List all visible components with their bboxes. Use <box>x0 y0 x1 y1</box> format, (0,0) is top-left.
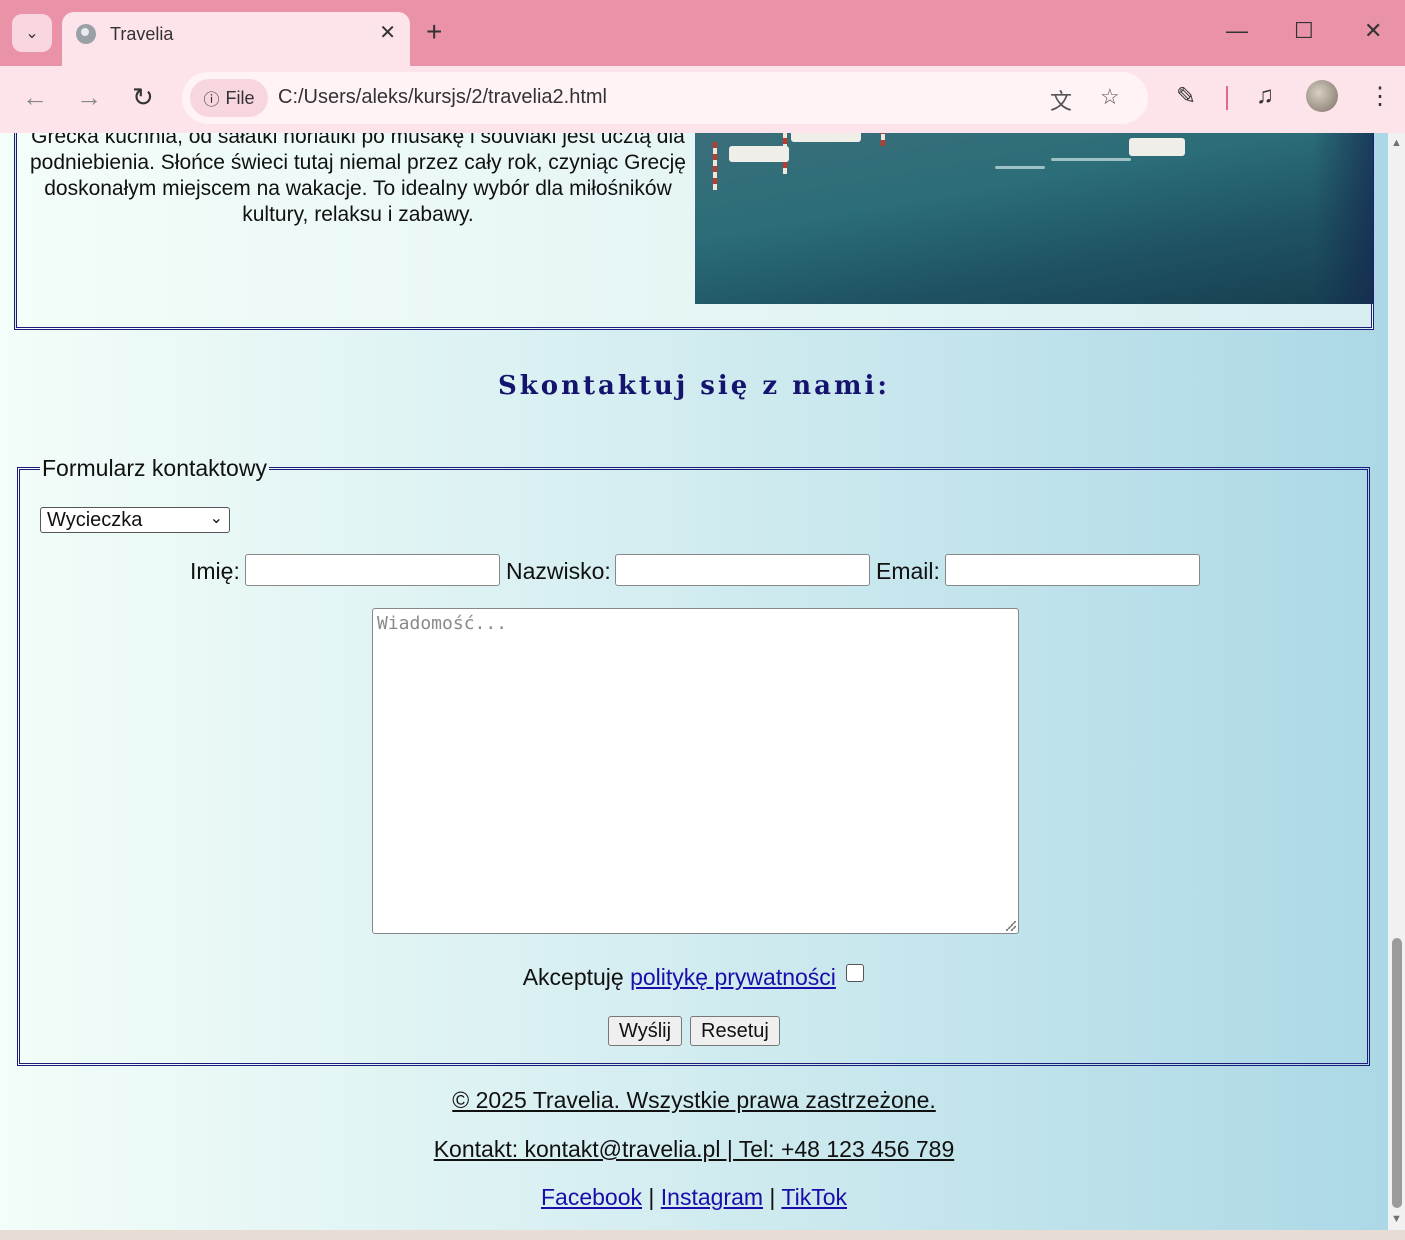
close-tab-icon[interactable]: ✕ <box>379 20 396 45</box>
boat-wake <box>1051 158 1131 161</box>
new-tab-button[interactable]: + <box>426 16 442 48</box>
reload-icon[interactable]: ↻ <box>132 82 154 113</box>
translate-icon[interactable]: 文 <box>1050 84 1072 116</box>
scroll-up-icon[interactable]: ▲ <box>1391 137 1402 149</box>
extensions-icon[interactable]: ✎ <box>1176 82 1196 111</box>
article-text: Grecka kuchnia, od sałatki horiatiki po … <box>30 133 686 226</box>
photo-shadow <box>1313 133 1373 304</box>
info-icon: ⓘ <box>203 92 220 109</box>
browser-toolbar: ← → ↻ ⓘ File C:/Users/aleks/kursjs/2/tra… <box>0 66 1405 133</box>
footer-social: Facebook | Instagram | TikTok <box>0 1184 1388 1211</box>
maximize-button[interactable]: ☐ <box>1294 18 1314 44</box>
message-textarea[interactable]: Wiadomość... <box>372 608 1019 934</box>
resize-grip-icon[interactable] <box>1006 921 1016 931</box>
form-legend: Formularz kontaktowy <box>42 455 267 481</box>
window-close-button[interactable]: ✕ <box>1364 18 1382 44</box>
message-placeholder: Wiadomość... <box>377 613 508 634</box>
social-separator: | <box>769 1184 776 1210</box>
copyright-text: © 2025 Travelia. Wszystkie prawa zastrze… <box>452 1087 936 1113</box>
menu-kebab-icon[interactable]: ⋮ <box>1368 82 1392 111</box>
globe-icon <box>76 24 96 44</box>
privacy-consent: Akceptuję politykę prywatności <box>20 964 1367 991</box>
trip-type-select[interactable]: Wycieczka ⌄ <box>40 507 230 533</box>
scroll-down-icon[interactable]: ▼ <box>1391 1213 1402 1225</box>
first-name-label: Imię: <box>190 558 240 584</box>
instagram-link[interactable]: Instagram <box>661 1184 763 1210</box>
toolbar-separator <box>1226 86 1228 110</box>
forward-arrow-icon[interactable]: → <box>76 82 102 113</box>
motorboat <box>1129 138 1185 156</box>
footer-contact: Kontakt: kontakt@travelia.pl | Tel: +48 … <box>0 1136 1388 1163</box>
background-window-edge <box>0 1230 1405 1240</box>
social-separator: | <box>648 1184 655 1210</box>
footer-copyright: © 2025 Travelia. Wszystkie prawa zastrze… <box>0 1087 1388 1114</box>
site-info-chip[interactable]: ⓘ File <box>190 79 268 117</box>
consent-text: Akceptuję <box>522 964 624 990</box>
star-icon[interactable]: ☆ <box>1100 84 1120 110</box>
venice-canal-photo <box>695 133 1373 304</box>
back-arrow-icon[interactable]: ← <box>22 82 48 113</box>
last-name-input[interactable] <box>615 554 870 586</box>
consent-checkbox[interactable] <box>846 964 865 982</box>
first-name-input[interactable] <box>245 554 500 586</box>
contact-heading: Skontaktuj się z nami: <box>498 371 890 401</box>
tab-title: Travelia <box>110 24 174 44</box>
profile-avatar[interactable] <box>1306 80 1338 112</box>
contact-info-text: Kontakt: kontakt@travelia.pl | Tel: +48 … <box>433 1136 955 1162</box>
moored-boat <box>791 133 861 142</box>
email-input[interactable] <box>945 554 1200 586</box>
media-control-icon[interactable]: ♫ <box>1256 82 1274 110</box>
mooring-pole <box>713 142 717 190</box>
tab-travelia[interactable]: Travelia ✕ <box>62 12 410 68</box>
browser-chrome: ⌄ Travelia ✕ + — ☐ ✕ ← → ↻ ⓘ File C:/Use… <box>0 0 1405 133</box>
submit-button[interactable]: Wyślij <box>608 1016 683 1046</box>
tab-search-button[interactable]: ⌄ <box>12 14 52 52</box>
page-viewport: Grecka kuchnia, od sałatki horiatiki po … <box>0 133 1388 1230</box>
address-bar[interactable]: ⓘ File C:/Users/aleks/kursjs/2/travelia2… <box>182 72 1148 124</box>
last-name-label: Nazwisko: <box>506 558 611 584</box>
boat-wake <box>995 166 1045 169</box>
url-text[interactable]: C:/Users/aleks/kursjs/2/travelia2.html <box>278 86 607 109</box>
vertical-scrollbar[interactable]: ▲ ▼ <box>1388 133 1405 1230</box>
chevron-down-icon: ⌄ <box>25 25 39 42</box>
email-label: Email: <box>876 558 940 584</box>
tiktok-link[interactable]: TikTok <box>781 1184 847 1210</box>
moored-boat <box>729 146 789 162</box>
chevron-down-icon: ⌄ <box>209 510 223 527</box>
article-greece: Grecka kuchnia, od sałatki horiatiki po … <box>14 133 1374 330</box>
contact-form: Formularz kontaktowy Wycieczka ⌄ Imię: N… <box>17 455 1370 1066</box>
minimize-button[interactable]: — <box>1226 18 1248 44</box>
mooring-pole <box>881 133 885 146</box>
scrollbar-thumb[interactable] <box>1392 938 1402 1208</box>
facebook-link[interactable]: Facebook <box>541 1184 642 1210</box>
select-value: Wycieczka <box>47 509 143 531</box>
file-chip-label: File <box>225 87 255 108</box>
reset-button[interactable]: Resetuj <box>690 1016 780 1046</box>
privacy-policy-link[interactable]: politykę prywatności <box>630 964 836 990</box>
tab-strip: ⌄ Travelia ✕ + — ☐ ✕ <box>0 0 1405 68</box>
